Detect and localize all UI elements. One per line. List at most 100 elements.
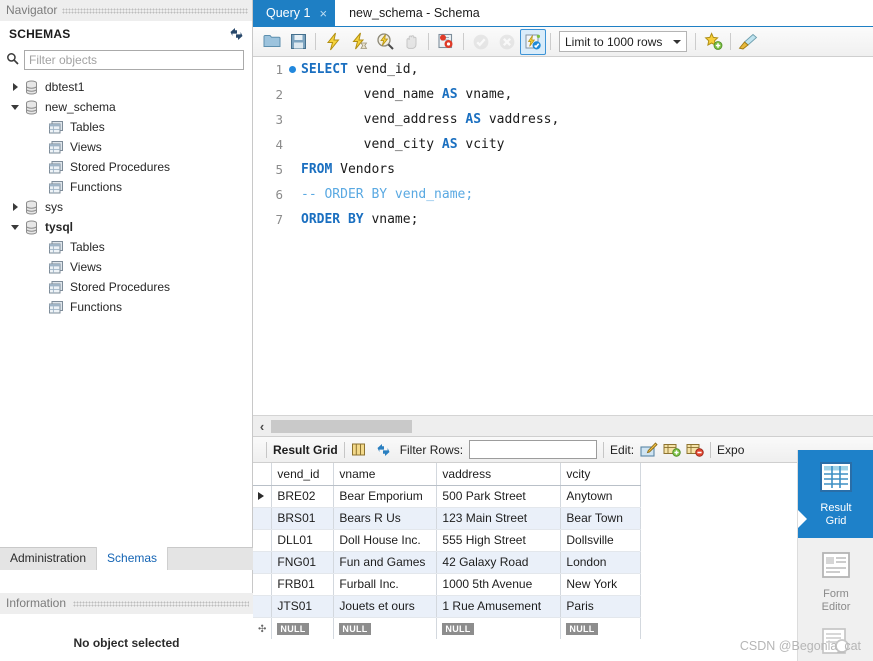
row-selector[interactable] bbox=[253, 529, 273, 552]
chevron-right-icon[interactable] bbox=[8, 200, 22, 214]
column-header[interactable]: vcity bbox=[560, 463, 642, 486]
tree-item-tysql[interactable]: tysql bbox=[0, 217, 252, 237]
insert-row-icon[interactable] bbox=[663, 442, 681, 457]
grid-cell[interactable]: Bear Town bbox=[560, 507, 642, 530]
null-cell[interactable]: NULL bbox=[560, 617, 642, 639]
null-badge: NULL bbox=[566, 623, 598, 635]
save-script-icon[interactable] bbox=[285, 29, 311, 55]
export-label[interactable]: Expo bbox=[717, 443, 744, 457]
delete-row-icon[interactable] bbox=[686, 442, 704, 457]
beautify-sql-icon[interactable] bbox=[735, 29, 761, 55]
autocommit-icon[interactable] bbox=[520, 28, 546, 55]
field-types-icon[interactable] bbox=[351, 442, 366, 457]
table-row[interactable]: BRE02 Bear Emporium 500 Park Street Anytown bbox=[253, 485, 642, 508]
new-row-selector[interactable]: ✣ bbox=[253, 617, 273, 639]
tree-item-views[interactable]: Views bbox=[0, 137, 252, 157]
null-cell[interactable]: NULL bbox=[436, 617, 562, 639]
row-selector[interactable] bbox=[253, 573, 273, 596]
grid-cell[interactable]: New York bbox=[560, 573, 642, 596]
table-row[interactable]: DLL01 Doll House Inc. 555 High Street Dolls… bbox=[253, 529, 642, 552]
chevron-right-icon[interactable] bbox=[8, 80, 22, 94]
table-row[interactable]: BRS01 Bears R Us 123 Main Street Bear Town bbox=[253, 507, 642, 530]
form-editor-view-button[interactable]: Form Editor bbox=[798, 538, 873, 626]
open-script-icon[interactable] bbox=[259, 29, 285, 55]
column-header[interactable]: vaddress bbox=[436, 463, 562, 486]
field-types-view-button[interactable] bbox=[798, 626, 873, 661]
explain-query-icon[interactable] bbox=[372, 29, 398, 55]
grid-cell[interactable]: Furball Inc. bbox=[333, 573, 438, 596]
grid-cell[interactable]: Fun and Games bbox=[333, 551, 438, 574]
grid-cell[interactable]: Bears R Us bbox=[333, 507, 438, 530]
table-row[interactable]: FRB01 Furball Inc. 1000 5th Avenue New York bbox=[253, 573, 642, 596]
table-row[interactable]: JTS01 Jouets et ours 1 Rue Amusement Paris bbox=[253, 595, 642, 618]
filter-rows-input[interactable] bbox=[469, 440, 598, 459]
grid-cell[interactable]: DLL01 bbox=[271, 529, 335, 552]
result-grid-view-button[interactable]: Result Grid bbox=[798, 450, 873, 538]
refresh-icon[interactable] bbox=[229, 27, 244, 41]
tab-new-schema[interactable]: new_schema - Schema bbox=[335, 0, 494, 26]
result-grid-container[interactable]: vend_id vname vaddress vcity BRE02 Bear Empor… bbox=[253, 463, 873, 639]
grid-cell[interactable]: Dollsville bbox=[560, 529, 642, 552]
collapse-left-icon[interactable]: ‹ bbox=[253, 419, 271, 434]
grid-cell[interactable]: 555 High Street bbox=[436, 529, 562, 552]
grid-cell[interactable]: 123 Main Street bbox=[436, 507, 562, 530]
row-selector[interactable] bbox=[253, 551, 273, 574]
grid-cell[interactable]: JTS01 bbox=[271, 595, 335, 618]
grid-cell[interactable]: London bbox=[560, 551, 642, 574]
tree-item-stored-procedures[interactable]: Stored Procedures bbox=[0, 277, 252, 297]
grid-cell[interactable]: Paris bbox=[560, 595, 642, 618]
filter-rows-label: Filter Rows: bbox=[399, 442, 464, 457]
column-header[interactable]: vend_id bbox=[271, 463, 335, 486]
tree-item-views[interactable]: Views bbox=[0, 257, 252, 277]
grid-cell[interactable]: 1000 5th Avenue bbox=[436, 573, 562, 596]
chevron-down-icon[interactable] bbox=[8, 220, 22, 234]
code-line: 3 vend_address AS vaddress, bbox=[253, 107, 873, 132]
close-icon[interactable]: × bbox=[319, 7, 327, 20]
editor-horizontal-scroll[interactable]: ‹ bbox=[253, 415, 873, 436]
table-row[interactable]: FNG01 Fun and Games 42 Galaxy Road London bbox=[253, 551, 642, 574]
grid-cell[interactable]: Anytown bbox=[560, 485, 642, 508]
grid-cell[interactable]: BRE02 bbox=[271, 485, 335, 508]
edit-row-icon[interactable] bbox=[640, 441, 658, 458]
scrollbar-thumb[interactable] bbox=[271, 419, 412, 433]
limit-rows-dropdown[interactable]: Limit to 1000 rows bbox=[559, 31, 687, 52]
execute-statement-icon[interactable] bbox=[320, 29, 346, 55]
grid-cell[interactable]: 500 Park Street bbox=[436, 485, 562, 508]
grid-cell[interactable]: 42 Galaxy Road bbox=[436, 551, 562, 574]
chevron-down-icon[interactable] bbox=[8, 100, 22, 114]
tree-item-dbtest1[interactable]: dbtest1 bbox=[0, 77, 252, 97]
toggle-stop-on-error-icon[interactable] bbox=[433, 29, 459, 55]
tree-item-tables[interactable]: Tables bbox=[0, 237, 252, 257]
row-selector[interactable] bbox=[253, 595, 273, 618]
row-selector[interactable] bbox=[253, 485, 273, 508]
execute-current-icon[interactable] bbox=[346, 29, 372, 55]
grid-cell[interactable]: Doll House Inc. bbox=[333, 529, 438, 552]
filter-objects-input[interactable] bbox=[24, 50, 244, 70]
tree-item-tables[interactable]: Tables bbox=[0, 117, 252, 137]
grid-cell[interactable]: FRB01 bbox=[271, 573, 335, 596]
grid-cell[interactable]: BRS01 bbox=[271, 507, 335, 530]
tab-query-1[interactable]: Query 1 × bbox=[253, 0, 336, 26]
navigator-panel: Navigator SCHEMAS dbtest1new_schemaTable bbox=[0, 0, 253, 661]
tree-item-functions[interactable]: Functions bbox=[0, 177, 252, 197]
column-header[interactable]: vname bbox=[333, 463, 438, 486]
new-row[interactable]: ✣ NULL NULL NULL NULL bbox=[253, 617, 642, 639]
grid-cell[interactable]: Jouets et ours bbox=[333, 595, 438, 618]
add-snippet-icon[interactable] bbox=[700, 29, 726, 55]
tab-query-1-label: Query 1 bbox=[266, 6, 311, 20]
null-cell[interactable]: NULL bbox=[333, 617, 438, 639]
tree-item-functions[interactable]: Functions bbox=[0, 297, 252, 317]
tree-item-new-schema[interactable]: new_schema bbox=[0, 97, 252, 117]
navigator-bottom-tabs: Administration Schemas bbox=[0, 547, 253, 570]
tree-item-sys[interactable]: sys bbox=[0, 197, 252, 217]
tree-item-stored-procedures[interactable]: Stored Procedures bbox=[0, 157, 252, 177]
refresh-grid-icon[interactable] bbox=[376, 443, 391, 457]
grid-cell[interactable]: 1 Rue Amusement bbox=[436, 595, 562, 618]
sql-editor[interactable]: 1 SELECT vend_id, 2 vend_name AS vname, 3 v… bbox=[253, 57, 873, 415]
grid-cell[interactable]: Bear Emporium bbox=[333, 485, 438, 508]
nav-tab-administration[interactable]: Administration bbox=[0, 547, 98, 570]
grid-cell[interactable]: FNG01 bbox=[271, 551, 335, 574]
null-cell[interactable]: NULL bbox=[271, 617, 335, 639]
nav-tab-schemas[interactable]: Schemas bbox=[97, 547, 169, 570]
row-selector[interactable] bbox=[253, 507, 273, 530]
